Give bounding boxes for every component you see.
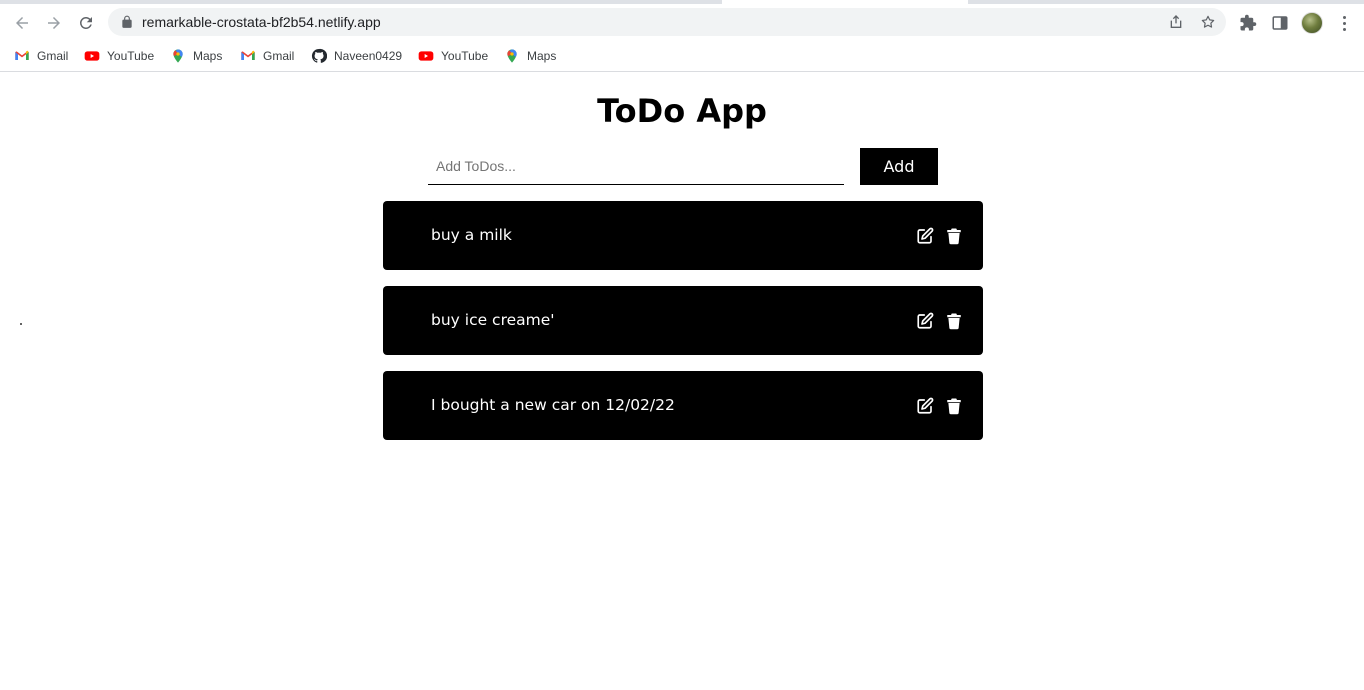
stray-dot [20,323,22,325]
star-icon[interactable] [1200,14,1216,30]
trash-icon[interactable] [945,312,963,330]
bookmarks-bar: Gmail YouTube Maps Gmail Naveen0429 YouT… [0,40,1364,72]
edit-icon[interactable] [916,312,934,330]
bookmark-label: Maps [527,49,557,63]
page-title: ToDo App [597,92,767,130]
bookmark-gmail[interactable]: Gmail [240,46,294,66]
lock-icon[interactable] [120,15,134,29]
trash-icon[interactable] [945,397,963,415]
bookmark-label: Naveen0429 [334,49,403,63]
todo-list: buy a milk buy ice creame' I bought a ne… [383,201,983,456]
youtube-icon [84,51,100,61]
browser-toolbar: remarkable-crostata-bf2b54.netlify.app [0,4,1364,40]
gmail-icon [241,50,255,60]
todo-text: I bought a new car on 12/02/22 [431,396,675,414]
bookmark-label: YouTube [107,49,155,63]
forward-icon[interactable] [40,9,68,37]
add-todo-input[interactable] [428,148,844,185]
bookmark-maps[interactable]: Maps [170,46,222,66]
back-icon[interactable] [8,9,36,37]
url-text[interactable]: remarkable-crostata-bf2b54.netlify.app [142,14,381,30]
bookmark-gmail[interactable]: Gmail [14,46,68,66]
trash-icon[interactable] [945,227,963,245]
menu-icon[interactable] [1336,13,1352,33]
github-icon [311,48,327,63]
extensions-icon[interactable] [1238,13,1258,33]
todo-text: buy ice creame' [431,311,555,329]
side-panel-icon[interactable] [1270,13,1290,33]
todo-item: buy ice creame' [383,286,983,355]
add-todo-button[interactable]: Add [860,148,938,185]
youtube-icon [418,51,434,61]
maps-icon [507,49,517,63]
bookmark-github[interactable]: Naveen0429 [311,46,402,66]
bookmark-youtube[interactable]: YouTube [418,46,488,66]
address-bar[interactable]: remarkable-crostata-bf2b54.netlify.app [108,8,1226,36]
reload-icon[interactable] [72,9,100,37]
gmail-icon [15,50,29,60]
bookmark-label: YouTube [441,49,489,63]
edit-icon[interactable] [916,227,934,245]
bookmark-label: Maps [193,49,223,63]
bookmark-youtube[interactable]: YouTube [84,46,154,66]
todo-item: I bought a new car on 12/02/22 [383,371,983,440]
edit-icon[interactable] [916,397,934,415]
bookmark-maps[interactable]: Maps [504,46,556,66]
bookmark-label: Gmail [37,49,69,63]
profile-avatar[interactable] [1301,12,1323,34]
bookmark-label: Gmail [263,49,295,63]
share-icon[interactable] [1168,14,1184,30]
todo-text: buy a milk [431,226,512,244]
todo-item: buy a milk [383,201,983,270]
maps-icon [173,49,183,63]
